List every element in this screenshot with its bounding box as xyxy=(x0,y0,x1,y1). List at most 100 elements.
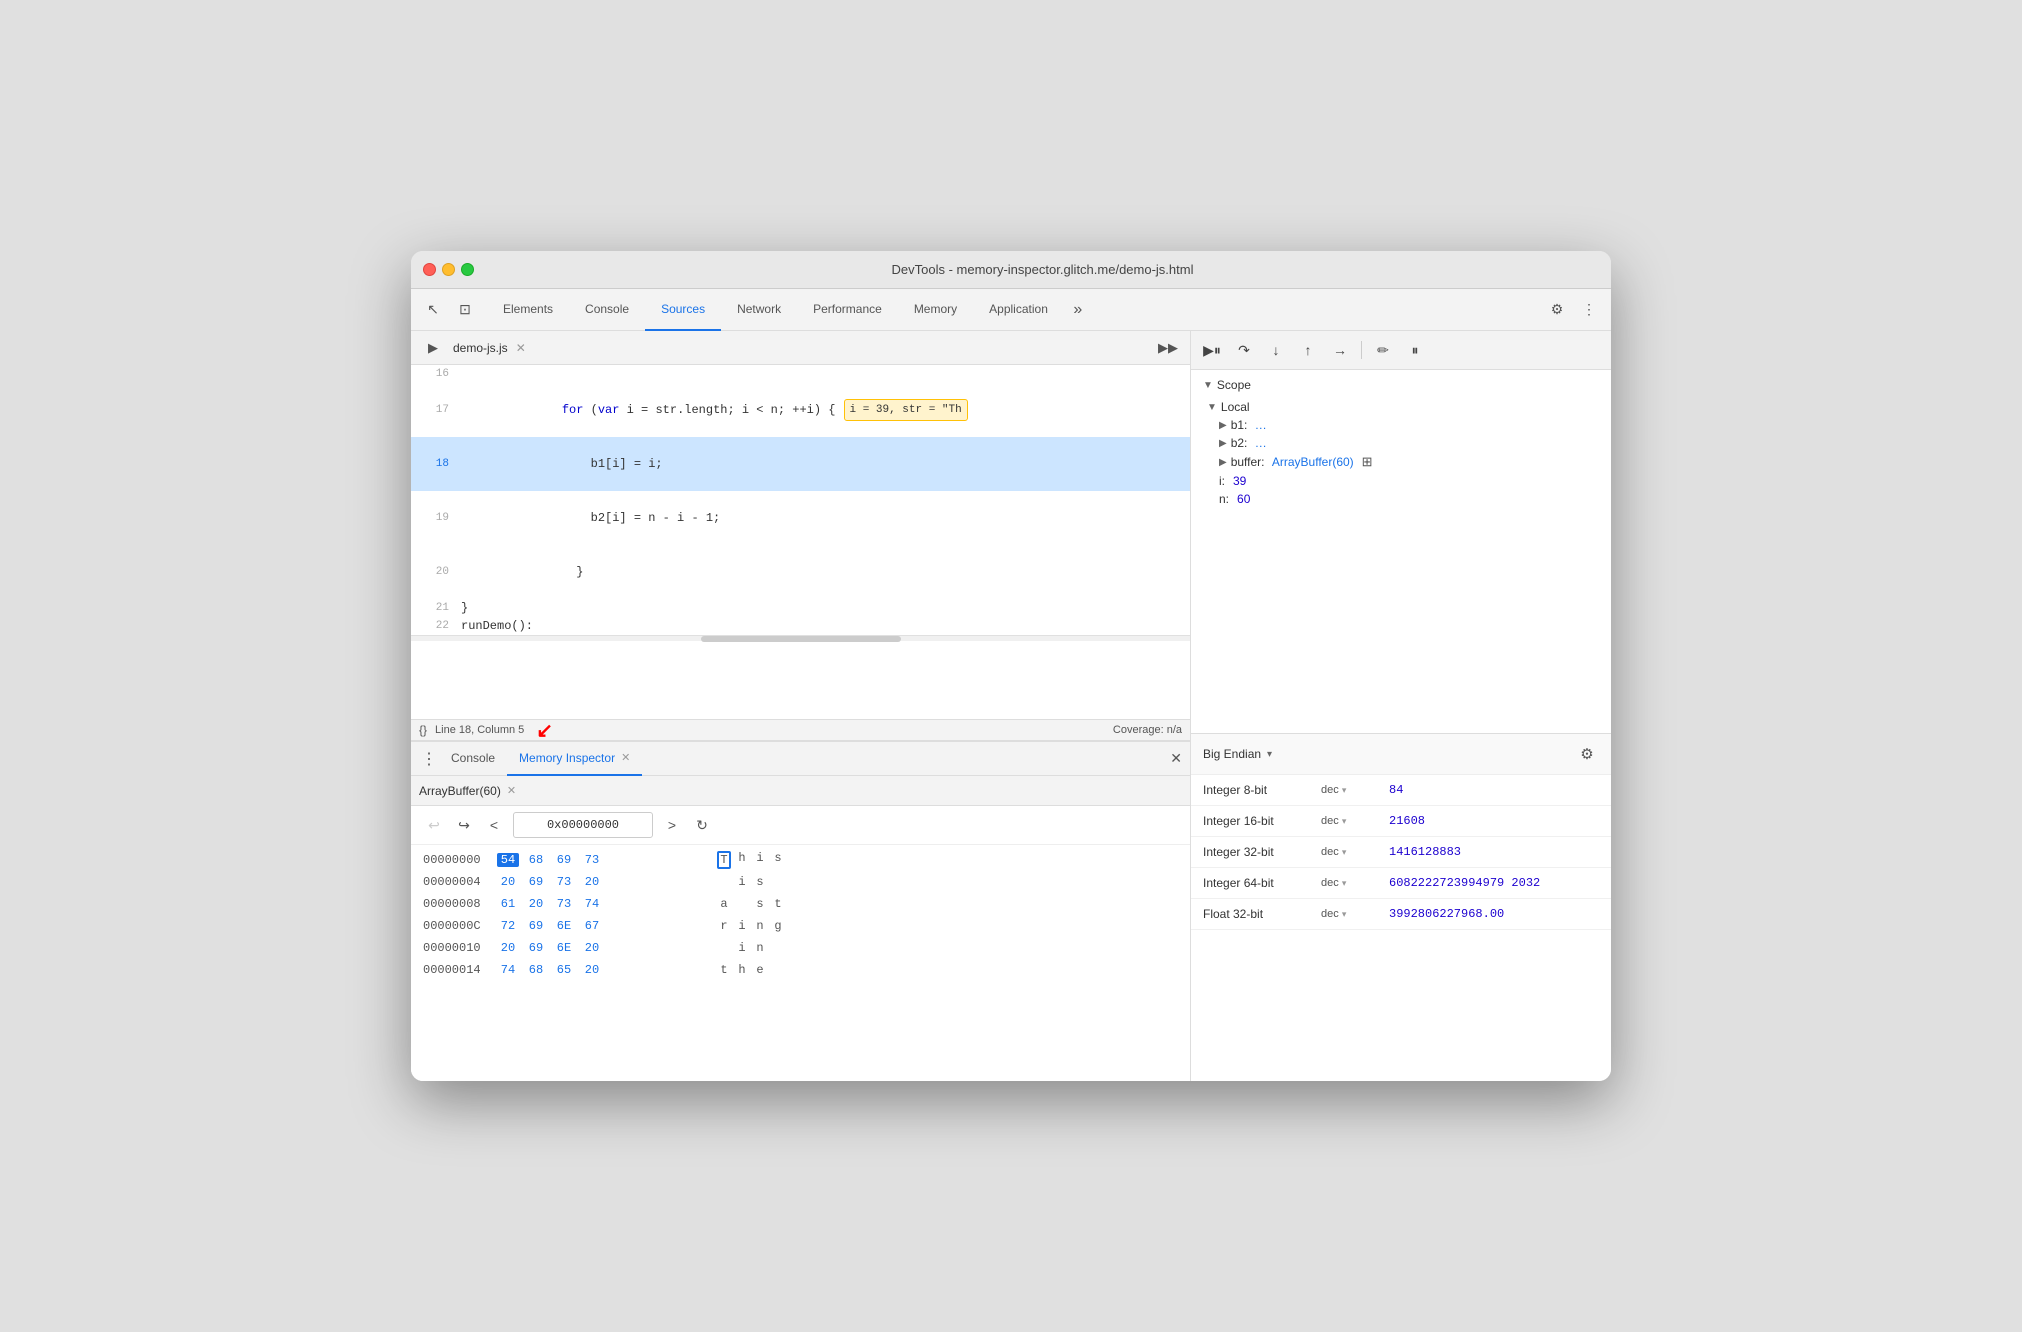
hex-byte-4-2[interactable]: 6E xyxy=(553,941,575,955)
tab-application[interactable]: Application xyxy=(973,289,1064,331)
hex-char-1-1: i xyxy=(735,875,749,889)
int32-type: Integer 32-bit xyxy=(1203,845,1313,859)
value-row-int64: Integer 64-bit dec ▾ 6082222723994979 20… xyxy=(1191,868,1611,899)
more-options-icon[interactable]: ⋮ xyxy=(1575,296,1603,324)
buffer-key: buffer: xyxy=(1231,455,1265,469)
toolbar-divider xyxy=(1361,341,1362,359)
hex-byte-5-1[interactable]: 68 xyxy=(525,963,547,977)
hex-byte-5-3[interactable]: 20 xyxy=(581,963,603,977)
scope-item-i: i: 39 xyxy=(1203,472,1599,490)
hex-byte-5-2[interactable]: 65 xyxy=(553,963,575,977)
hex-byte-1-2[interactable]: 73 xyxy=(553,875,575,889)
b1-expander[interactable]: ▶ xyxy=(1219,420,1227,431)
devtools-toolbar: ↖ ⊡ Elements Console Sources Network Per… xyxy=(411,289,1611,331)
close-button[interactable] xyxy=(423,263,436,276)
tab-menu-icon[interactable]: ⋮ xyxy=(419,749,439,769)
step-over-button[interactable]: ↷ xyxy=(1231,337,1257,363)
tab-memory-inspector[interactable]: Memory Inspector ✕ xyxy=(507,742,642,776)
settings-icon[interactable]: ⚙ xyxy=(1543,296,1571,324)
tab-elements[interactable]: Elements xyxy=(487,289,569,331)
inline-tooltip: i = 39, str = "Th xyxy=(844,399,968,421)
nav-back-button[interactable]: ↩ xyxy=(423,814,445,836)
devtools-window: DevTools - memory-inspector.glitch.me/de… xyxy=(411,251,1611,1081)
value-inspector-settings[interactable]: ⚙ xyxy=(1575,742,1599,766)
resume-button[interactable]: ▶⏸ xyxy=(1199,337,1225,363)
minimize-button[interactable] xyxy=(442,263,455,276)
memory-inspector-tab-close[interactable]: ✕ xyxy=(621,751,630,764)
tab-memory[interactable]: Memory xyxy=(898,289,973,331)
int8-value: 84 xyxy=(1389,783,1403,797)
tab-console-bottom[interactable]: Console xyxy=(439,742,507,776)
value-header: Big Endian ▾ ⚙ xyxy=(1191,734,1611,775)
hex-byte-4-1[interactable]: 69 xyxy=(525,941,547,955)
step-button[interactable]: → xyxy=(1327,337,1353,363)
buffer-expander[interactable]: ▶ xyxy=(1219,457,1227,468)
more-tabs-button[interactable]: » xyxy=(1064,296,1092,324)
hex-char-3-0: r xyxy=(717,919,731,933)
format-button[interactable]: {} xyxy=(419,723,427,737)
scrollbar-thumb[interactable] xyxy=(701,636,901,642)
source-nav-icon[interactable]: ▶▶ xyxy=(1154,334,1182,362)
hex-byte-5-0[interactable]: 74 xyxy=(497,963,519,977)
hex-byte-0-1[interactable]: 68 xyxy=(525,853,547,867)
coverage-status: Coverage: n/a xyxy=(1113,724,1182,736)
hex-byte-3-2[interactable]: 6E xyxy=(553,919,575,933)
step-out-button[interactable]: ↑ xyxy=(1295,337,1321,363)
pause-exceptions[interactable]: ⏸ xyxy=(1402,337,1428,363)
tab-network[interactable]: Network xyxy=(721,289,797,331)
nav-forward-button[interactable]: ↪ xyxy=(453,814,475,836)
tab-sources[interactable]: Sources xyxy=(645,289,721,331)
nav-prev-button[interactable]: < xyxy=(483,814,505,836)
endian-label: Big Endian xyxy=(1203,747,1261,761)
panel-close-button[interactable]: ✕ xyxy=(1170,750,1182,767)
memory-inspector-content: ArrayBuffer(60) ✕ ↩ ↪ < > ↻ xyxy=(411,776,1190,1081)
hex-byte-2-1[interactable]: 20 xyxy=(525,897,547,911)
deactivate-breakpoints[interactable]: ✏ xyxy=(1370,337,1396,363)
scope-item-b2[interactable]: ▶ b2: … xyxy=(1203,434,1599,452)
file-nav-icon[interactable]: ▶ xyxy=(419,334,447,362)
i-key: i: xyxy=(1219,474,1225,488)
code-area[interactable]: 16 17 for (var i = str.length; i < n; ++… xyxy=(411,365,1190,719)
hex-byte-3-1[interactable]: 69 xyxy=(525,919,547,933)
memory-inspector-icon[interactable]: ⊞ xyxy=(1362,454,1373,470)
hex-chars-2: a s t xyxy=(701,897,785,911)
hex-byte-1-1[interactable]: 69 xyxy=(525,875,547,889)
horizontal-scrollbar[interactable] xyxy=(411,635,1190,641)
scope-item-b1[interactable]: ▶ b1: … xyxy=(1203,416,1599,434)
source-tab-close[interactable]: ✕ xyxy=(516,341,526,355)
endian-dropdown-arrow[interactable]: ▾ xyxy=(1267,749,1272,760)
hex-byte-3-3[interactable]: 67 xyxy=(581,919,603,933)
hex-byte-0-2[interactable]: 69 xyxy=(553,853,575,867)
hex-chars-4: i n xyxy=(701,941,785,955)
step-into-button[interactable]: ↓ xyxy=(1263,337,1289,363)
devtools-container: ↖ ⊡ Elements Console Sources Network Per… xyxy=(411,289,1611,1081)
hex-chars-0: T h i s xyxy=(701,851,785,869)
scope-item-buffer[interactable]: ▶ buffer: ArrayBuffer(60) ⊞ ↙ xyxy=(1203,452,1599,472)
tab-console[interactable]: Console xyxy=(569,289,645,331)
nav-next-button[interactable]: > xyxy=(661,814,683,836)
hex-chars-5: t h e xyxy=(701,963,785,977)
cursor-icon[interactable]: ↖ xyxy=(419,296,447,324)
maximize-button[interactable] xyxy=(461,263,474,276)
scope-title: Scope xyxy=(1217,378,1251,392)
hex-byte-1-0[interactable]: 20 xyxy=(497,875,519,889)
hex-byte-4-0[interactable]: 20 xyxy=(497,941,519,955)
hex-byte-2-0[interactable]: 61 xyxy=(497,897,519,911)
refresh-button[interactable]: ↻ xyxy=(691,814,713,836)
arraybuffer-subtab[interactable]: ArrayBuffer(60) ✕ xyxy=(419,784,516,798)
arraybuffer-close[interactable]: ✕ xyxy=(507,784,516,797)
b2-expander[interactable]: ▶ xyxy=(1219,438,1227,449)
hex-byte-1-3[interactable]: 20 xyxy=(581,875,603,889)
hex-byte-2-3[interactable]: 74 xyxy=(581,897,603,911)
hex-byte-3-0[interactable]: 72 xyxy=(497,919,519,933)
float32-type: Float 32-bit xyxy=(1203,907,1313,921)
hex-byte-0-3[interactable]: 73 xyxy=(581,853,603,867)
hex-byte-2-2[interactable]: 73 xyxy=(553,897,575,911)
hex-byte-4-3[interactable]: 20 xyxy=(581,941,603,955)
scope-panel: ▼ Scope ▼ Local ▶ b1: … xyxy=(1191,370,1611,733)
device-toggle-icon[interactable]: ⊡ xyxy=(451,296,479,324)
hex-bytes-5: 74 68 65 20 xyxy=(497,963,697,977)
address-input[interactable] xyxy=(513,812,653,838)
tab-performance[interactable]: Performance xyxy=(797,289,898,331)
hex-byte-0-0[interactable]: 54 xyxy=(497,853,519,867)
